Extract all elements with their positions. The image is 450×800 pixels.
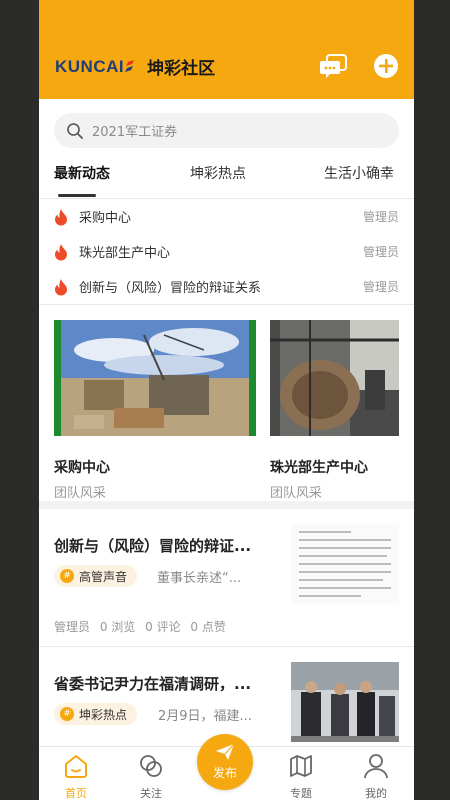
tab-follow[interactable]: 关注 xyxy=(121,747,181,800)
article-tag[interactable]: # 坤彩热点 xyxy=(54,703,138,725)
notice-title: 珠光部生产中心 xyxy=(79,246,171,261)
article-title: 创新与（风险）冒险的辩证... xyxy=(54,537,252,555)
paper-plane-icon xyxy=(216,743,235,760)
phone-screen: KUNCAI 坤彩社区 2021军工证券 最新动态 坤彩热点 生活小确幸 采购中… xyxy=(39,0,414,800)
like-count: 0 点赞 xyxy=(190,620,226,634)
card-image xyxy=(54,320,256,436)
flame-icon xyxy=(55,278,67,295)
app-header: KUNCAI 坤彩社区 xyxy=(39,0,414,99)
notice-item[interactable]: 采购中心 管理员 xyxy=(39,199,414,234)
plus-circle-icon[interactable] xyxy=(372,52,400,80)
follow-circles-icon xyxy=(140,755,162,777)
card-title: 珠光部生产中心 xyxy=(270,460,368,476)
article-thumbnail xyxy=(291,662,399,742)
tab-latest[interactable]: 最新动态 xyxy=(54,163,110,183)
app-name: 坤彩社区 xyxy=(147,59,216,79)
hashtag-icon: # xyxy=(60,569,74,583)
tab-life-joys[interactable]: 生活小确幸 xyxy=(324,163,394,183)
brand-logo: KUNCAI 坤彩社区 xyxy=(55,54,216,80)
notice-author: 管理员 xyxy=(362,210,399,224)
flame-icon xyxy=(55,208,67,225)
tag-label: 高管声音 xyxy=(79,569,128,584)
tab-label: 首页 xyxy=(65,787,87,800)
home-icon xyxy=(65,755,87,778)
article-stats: 管理员 0 浏览 0 评论 0 点赞 xyxy=(54,618,226,635)
main-content: 2021军工证券 最新动态 坤彩热点 生活小确幸 采购中心 管理员 珠光部生产中… xyxy=(39,99,414,746)
tab-label: 我的 xyxy=(365,787,387,800)
search-placeholder: 2021军工证券 xyxy=(92,125,178,140)
publish-label: 发布 xyxy=(212,766,237,780)
search-bar[interactable]: 2021军工证券 xyxy=(54,113,399,148)
tab-label: 关注 xyxy=(140,787,162,800)
tab-mine[interactable]: 我的 xyxy=(346,747,406,800)
section-separator xyxy=(39,501,414,509)
team-cards-carousel[interactable]: 采购中心 团队风采 珠光部生产中心 团队风采 xyxy=(39,304,414,509)
notice-author: 管理员 xyxy=(362,280,399,294)
tab-home[interactable]: 首页 xyxy=(46,747,106,800)
comment-count: 0 评论 xyxy=(145,620,181,634)
card-subtitle: 团队风采 xyxy=(54,486,107,501)
logo-wordmark: KUNCAI xyxy=(55,56,125,76)
active-tab-indicator xyxy=(58,194,96,197)
person-icon xyxy=(364,754,388,779)
tab-kuncai-hot[interactable]: 坤彩热点 xyxy=(190,163,246,183)
flame-icon xyxy=(55,243,67,260)
notice-author: 管理员 xyxy=(362,245,399,259)
article-author: 管理员 xyxy=(54,620,91,634)
notice-item[interactable]: 珠光部生产中心 管理员 xyxy=(39,234,414,269)
tab-label: 专题 xyxy=(290,787,312,800)
article-title: 省委书记尹力在福清调研，... xyxy=(54,675,252,693)
chat-bubble-icon[interactable] xyxy=(320,52,348,80)
category-tabs: 最新动态 坤彩热点 生活小确幸 xyxy=(39,161,414,199)
search-icon xyxy=(67,122,83,139)
article-item[interactable]: 创新与（风险）冒险的辩证... # 高管声音 董事长亲述“... 管理员 0 浏… xyxy=(39,509,414,637)
notice-item[interactable]: 创新与（风险）冒险的辩证关系 管理员 xyxy=(39,269,414,304)
card-subtitle: 团队风采 xyxy=(270,486,323,501)
notice-title: 创新与（风险）冒险的辩证关系 xyxy=(79,281,262,296)
hashtag-icon: # xyxy=(60,707,74,721)
notice-title: 采购中心 xyxy=(79,211,132,226)
article-desc: 董事长亲述“... xyxy=(157,571,242,586)
tag-label: 坤彩热点 xyxy=(79,707,128,722)
map-book-icon xyxy=(290,755,312,777)
article-desc: 2月9日，福建... xyxy=(158,709,252,724)
card-title: 采购中心 xyxy=(54,460,110,476)
article-item[interactable]: 省委书记尹力在福清调研，... # 坤彩热点 2月9日，福建... xyxy=(39,647,414,746)
view-count: 0 浏览 xyxy=(99,620,136,634)
article-thumbnail xyxy=(291,524,399,604)
card-image xyxy=(270,320,399,436)
logo-mark-icon xyxy=(125,59,135,72)
article-tag[interactable]: # 高管声音 xyxy=(54,565,138,587)
publish-button[interactable]: 发布 xyxy=(197,734,253,790)
tab-topics[interactable]: 专题 xyxy=(271,747,331,800)
